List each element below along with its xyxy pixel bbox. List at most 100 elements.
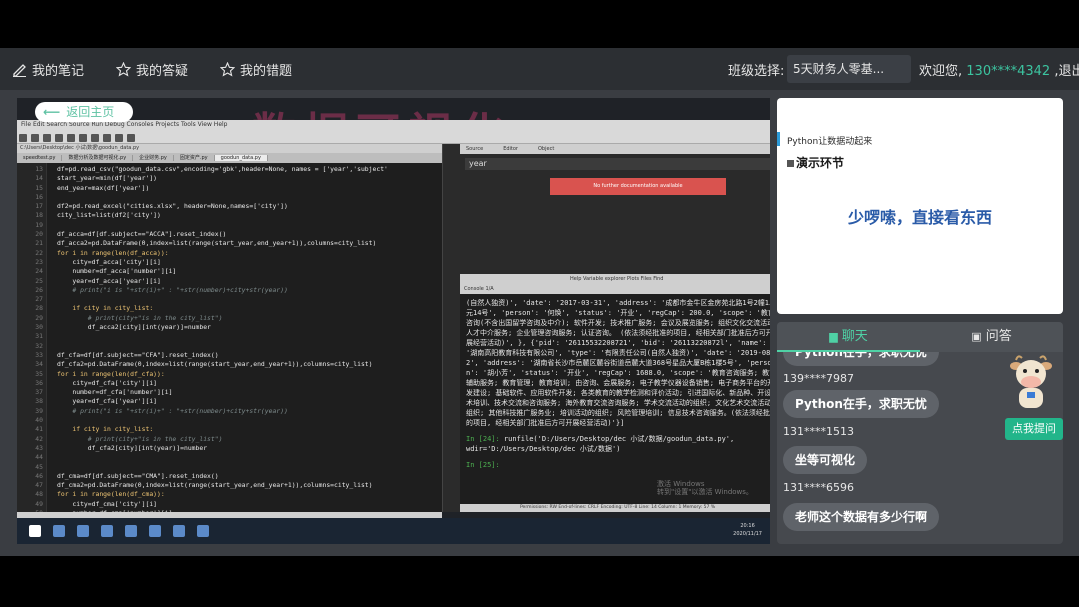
help-tab: Editor <box>503 146 518 152</box>
python-path-icon <box>127 134 135 142</box>
code-text: city=df_cfa['city'][i] <box>57 378 158 387</box>
help-error-message: No further documentation available <box>550 178 726 195</box>
my-notes-label: 我的笔记 <box>32 63 85 79</box>
line-number: 29 <box>35 313 43 322</box>
ide-status-bar: Permissions: RW End-of-lines: CRLF Encod… <box>460 504 770 512</box>
star-icon <box>220 61 236 77</box>
ipython-console: (自然人独资)', 'date': '2017-03-31', 'address… <box>460 294 770 504</box>
file-tab-active: goodun_data.py <box>214 155 268 161</box>
new-file-icon <box>19 134 27 142</box>
code-text: year=df_cfa['year'][i] <box>57 397 158 406</box>
line-number: 27 <box>35 295 43 304</box>
line-number: 18 <box>35 211 43 220</box>
code-line: 23 city=df_acca['city'][i] <box>17 258 442 267</box>
tab-qa[interactable]: ▣ 问答 <box>920 322 1063 352</box>
help-object-field: year <box>465 158 770 170</box>
code-line: 24 number=df_acca['number'][i] <box>17 267 442 276</box>
code-text: df_cfa=df[df.subject=="CFA"].reset_index… <box>57 350 219 359</box>
my-mistakes-link[interactable]: 我的错题 <box>220 60 292 79</box>
console-prompt-line: In [25]: <box>466 460 770 470</box>
code-text: df_cfa2[city][int(year)]=number <box>57 443 208 452</box>
tab-chat-label: 聊天 <box>841 329 868 344</box>
run-icon <box>67 134 75 142</box>
slide-small-title: Python让数据动起来 <box>787 137 873 147</box>
my-qa-link[interactable]: 我的答疑 <box>116 60 188 79</box>
my-notes-link[interactable]: 我的笔记 <box>12 60 84 79</box>
line-number: 42 <box>35 434 43 443</box>
code-line: 31 <box>17 332 442 341</box>
code-line: 39 # print("i is "+str(i)+" : "+str(numb… <box>17 407 442 416</box>
help-pane: Source Editor Object year No further docum… <box>460 144 770 284</box>
code-text: city=df_cma['city'][i] <box>57 499 158 508</box>
tab-chat[interactable]: ▆ 聊天 <box>777 322 920 352</box>
line-number: 36 <box>35 378 43 387</box>
slide-main-text: 少啰嗦，直接看东西 <box>847 208 992 227</box>
line-number: 47 <box>35 481 43 490</box>
run-cell-icon <box>79 134 87 142</box>
settings-icon <box>115 134 123 142</box>
line-number: 15 <box>35 183 43 192</box>
code-line: 16 <box>17 193 442 202</box>
slide-accent-bar <box>777 132 780 146</box>
ide-file-path: C:\Users\Desktop\dec 小试\数据\goodun_data.p… <box>17 144 442 153</box>
code-line: 49 city=df_cma['city'][i] <box>17 500 442 509</box>
line-number: 23 <box>35 257 43 266</box>
ide-menubar: File Edit Search Source Run Debug Consol… <box>17 120 770 130</box>
console-input-line: In [24]: runfile('D:/Users/Desktop/dec 小… <box>466 434 770 454</box>
line-number: 13 <box>35 165 43 173</box>
line-number: 37 <box>35 388 43 397</box>
cow-mascot-icon <box>1010 355 1052 408</box>
question-icon: ▣ <box>971 330 982 343</box>
line-number: 30 <box>35 323 43 332</box>
code-text: if city in city_list: <box>57 425 154 434</box>
line-number: 41 <box>35 425 43 434</box>
welcome-text: 欢迎您, <box>919 64 963 79</box>
top-nav-bar: 我的笔记 我的答疑 我的错题 班级选择: 5天财务人零基... 欢迎您, 130… <box>0 48 1079 90</box>
code-text: df_acca2[city][int(year)]=number <box>57 323 211 332</box>
line-number: 38 <box>35 397 43 406</box>
code-text: for i in range(len(df_cfa)): <box>57 369 165 378</box>
taskbar-app-icon <box>125 525 137 537</box>
chat-bubble: 老师这个数据有多少行啊 <box>783 503 940 531</box>
taskbar-app-icon <box>77 525 89 537</box>
screen-share-video: ⟵返回主页 数据可视化 File Edit Search Source Run … <box>17 98 770 544</box>
code-text: year=df_acca['year'][i] <box>57 276 161 285</box>
line-number: 14 <box>35 174 43 183</box>
code-line: 45 <box>17 463 442 472</box>
code-line: 33 df_cfa=df[df.subject=="CFA"].reset_ind… <box>17 351 442 360</box>
code-text: for i in range(len(df_cma)): <box>57 490 165 499</box>
line-number: 21 <box>35 239 43 248</box>
stop-icon <box>103 134 111 142</box>
code-text: city_list=list(df2['city']) <box>57 211 161 220</box>
code-line: 14 start_year=min(df['year']) <box>17 174 442 183</box>
code-line: 44 <box>17 453 442 462</box>
code-line: 32 <box>17 342 442 351</box>
debug-icon <box>91 134 99 142</box>
code-line: 42 # print(city+"is in the city_list") <box>17 435 442 444</box>
code-line: 36 city=df_cfa['city'][i] <box>17 379 442 388</box>
chat-username: 131****1513 <box>783 425 854 438</box>
code-text: # print("i is "+str(i)+" : "+str(number)… <box>57 285 288 294</box>
class-select[interactable]: 5天财务人零基... <box>787 55 911 83</box>
back-home-label: 返回主页 <box>66 105 115 119</box>
code-line: 47 df_cma2=pd.DataFrame(0,index=list(rang… <box>17 481 442 490</box>
classroom-stage: ⟵返回主页 数据可视化 File Edit Search Source Run … <box>0 90 1079 556</box>
logout-link[interactable]: ,退出 <box>1054 64 1079 79</box>
ask-question-button[interactable]: 点我提问 <box>1005 418 1063 440</box>
line-number: 49 <box>35 499 43 508</box>
line-number: 19 <box>35 220 43 229</box>
code-text: start_year=min(df['year']) <box>57 174 158 183</box>
my-qa-label: 我的答疑 <box>136 63 189 79</box>
back-arrow-icon: ⟵ <box>43 105 61 119</box>
back-home-button[interactable]: ⟵ 返回主页 <box>35 102 133 122</box>
line-number: 44 <box>35 453 43 462</box>
code-line: 37 number=df_cfa['number'][i] <box>17 388 442 397</box>
code-line: 22 for i in range(len(df_acca)): <box>17 249 442 258</box>
code-text: # print(city+"is in the city_list") <box>57 434 223 443</box>
code-line: 21 df_acca2=pd.DataFrame(0,index=list(ran… <box>17 239 442 248</box>
code-line: 17 df2=pd.read_excel("cities.xlsx", heade… <box>17 202 442 211</box>
line-number: 45 <box>35 462 43 471</box>
code-text: df=pd.read_csv("goodun_data.csv",encodin… <box>57 165 388 173</box>
line-number: 28 <box>35 304 43 313</box>
save-all-icon <box>55 134 63 142</box>
